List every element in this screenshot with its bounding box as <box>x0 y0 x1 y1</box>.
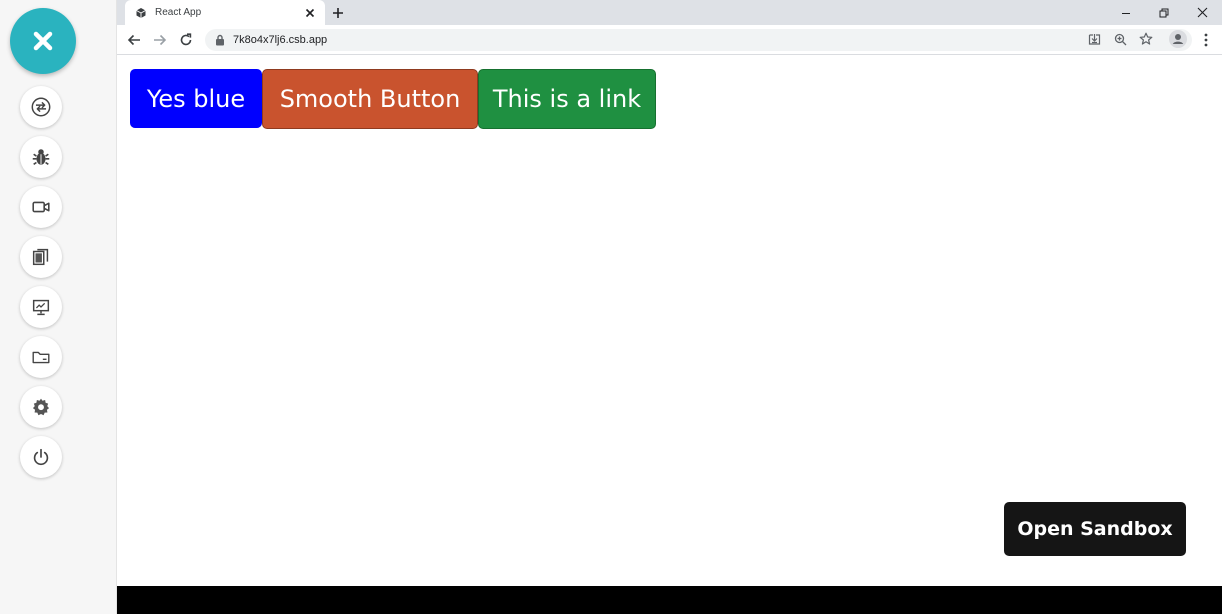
forward-button[interactable] <box>149 29 171 51</box>
new-tab-button[interactable] <box>327 2 349 24</box>
reload-button[interactable] <box>175 29 197 51</box>
close-icon <box>33 31 53 51</box>
video-button[interactable] <box>20 186 62 228</box>
restore-button[interactable] <box>1146 0 1182 25</box>
power-icon <box>33 448 49 466</box>
close-icon <box>305 8 315 17</box>
browser-tab[interactable]: React App <box>125 0 325 25</box>
link-button[interactable]: This is a link <box>478 69 656 129</box>
browser-toolbar: 7k8o4x7lj6.csb.app <box>117 25 1222 55</box>
install-icon <box>1088 33 1100 45</box>
copy-icon <box>32 248 49 266</box>
sync-button[interactable] <box>20 86 62 128</box>
browser-menu-button[interactable] <box>1196 29 1216 51</box>
bug-icon <box>32 149 50 166</box>
install-app-button[interactable] <box>1084 29 1104 49</box>
gear-icon <box>32 398 50 416</box>
open-sandbox-button[interactable]: Open Sandbox <box>1004 502 1186 556</box>
arrow-right-icon <box>154 34 167 46</box>
copy-button[interactable] <box>20 236 62 278</box>
minimize-button[interactable] <box>1108 0 1144 25</box>
address-bar[interactable]: 7k8o4x7lj6.csb.app <box>205 29 1192 51</box>
sync-icon <box>31 97 51 117</box>
settings-button[interactable] <box>20 386 62 428</box>
close-icon <box>1197 7 1207 18</box>
debug-button[interactable] <box>20 136 62 178</box>
star-icon <box>1139 32 1153 45</box>
back-button[interactable] <box>123 29 145 51</box>
zoom-icon <box>1114 33 1126 45</box>
minimize-icon <box>1122 12 1130 14</box>
avatar-icon <box>1169 30 1187 48</box>
video-icon <box>32 201 50 213</box>
profile-button[interactable] <box>1168 29 1188 49</box>
folder-icon <box>32 351 50 364</box>
presentation-icon <box>32 299 50 316</box>
folder-button[interactable] <box>20 336 62 378</box>
presentation-button[interactable] <box>20 286 62 328</box>
lock-icon <box>215 34 225 46</box>
close-button[interactable] <box>10 8 76 74</box>
zoom-button[interactable] <box>1110 29 1130 49</box>
bottom-bar <box>117 586 1222 614</box>
tab-close-button[interactable] <box>303 6 317 20</box>
arrow-left-icon <box>127 34 140 46</box>
bookmark-button[interactable] <box>1136 29 1156 49</box>
window-close-button[interactable] <box>1184 0 1220 25</box>
cube-icon <box>135 7 147 19</box>
tool-sidebar <box>0 0 117 614</box>
yes-blue-button[interactable]: Yes blue <box>130 69 262 128</box>
restore-icon <box>1159 8 1169 17</box>
tab-strip: React App <box>117 0 1222 25</box>
url-text: 7k8o4x7lj6.csb.app <box>233 34 328 46</box>
tab-title: React App <box>155 7 202 18</box>
reload-icon <box>180 33 192 46</box>
more-vertical-icon <box>1204 33 1208 47</box>
plus-icon <box>333 8 343 18</box>
browser-chrome: React App 7k8o4x7lj6.csb.app <box>117 0 1222 56</box>
smooth-button[interactable]: Smooth Button <box>262 69 478 129</box>
power-button[interactable] <box>20 436 62 478</box>
page-content: Yes blue Smooth Button This is a link Op… <box>117 56 1222 586</box>
